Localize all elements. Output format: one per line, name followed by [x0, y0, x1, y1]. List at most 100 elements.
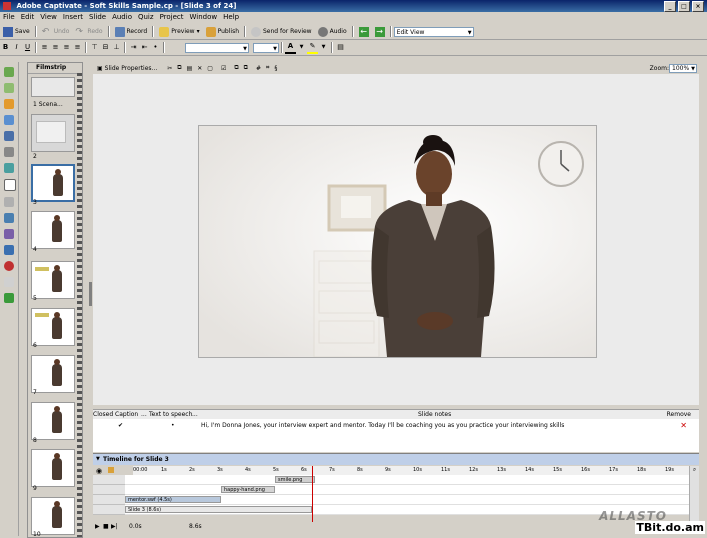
stop-icon[interactable]: ■ [103, 522, 109, 531]
snap-icon[interactable]: ⌗ [266, 64, 269, 72]
menu-edit[interactable]: Edit [18, 12, 38, 23]
undo-button[interactable]: ↶ Undo [39, 25, 73, 38]
checkmark-icon[interactable]: ✔ [118, 419, 123, 433]
indent-icon[interactable]: ⇥ [128, 42, 139, 53]
mouse-icon[interactable] [4, 147, 14, 157]
duplicate-icon[interactable]: ▢ [207, 65, 213, 72]
copy-icon[interactable]: ⧉ [177, 64, 181, 72]
animation-icon[interactable] [4, 229, 14, 239]
format-painter-icon[interactable]: ▤ [335, 42, 346, 53]
widget-icon[interactable] [4, 293, 14, 303]
publish-button[interactable]: Publish [203, 25, 242, 38]
group-icon[interactable]: ⧉ [234, 64, 238, 72]
slide-thumbnail[interactable] [31, 261, 75, 299]
slide-thumbnail[interactable] [31, 449, 75, 487]
layer-controls[interactable] [93, 475, 125, 485]
font-family-select[interactable]: ▼ [185, 42, 249, 53]
lock-icon[interactable] [108, 467, 114, 473]
cut-icon[interactable]: ✂ [167, 65, 172, 72]
timeline-object-bar[interactable]: happy-hand.png [221, 486, 275, 493]
align-right-icon[interactable]: ≡ [61, 42, 72, 53]
rollover-caption-icon[interactable] [4, 83, 14, 93]
align-middle-icon[interactable]: ⊟ [100, 42, 111, 53]
underline-button[interactable]: U [22, 42, 33, 53]
grid-icon[interactable]: # [256, 65, 261, 72]
slide-thumbnail-selected[interactable] [31, 164, 75, 202]
record-button[interactable]: Record [112, 25, 151, 38]
image-icon[interactable] [4, 99, 14, 109]
previous-slide-button[interactable]: ← [356, 25, 372, 38]
menu-audio[interactable]: Audio [109, 12, 135, 23]
check-icon[interactable]: ☑ [221, 65, 226, 72]
align-left-icon[interactable]: ≡ [39, 42, 50, 53]
text-entry-box-icon[interactable] [4, 213, 14, 223]
next-slide-button[interactable]: → [372, 25, 388, 38]
zoom-area-icon[interactable] [4, 131, 14, 141]
slide-canvas[interactable] [198, 125, 597, 358]
view-mode-select[interactable]: Edit View ▼ [393, 26, 474, 37]
step-icon[interactable]: ▶| [111, 522, 118, 531]
align-center-icon[interactable]: ≡ [50, 42, 61, 53]
slide-thumbnail[interactable] [31, 77, 75, 97]
menu-file[interactable]: File [0, 12, 18, 23]
outdent-icon[interactable]: ⇤ [139, 42, 150, 53]
play-icon[interactable]: ▶ [95, 522, 100, 531]
layer-controls[interactable] [93, 485, 125, 495]
remove-note-icon[interactable]: ✕ [680, 419, 687, 433]
preview-button[interactable]: Preview ▾ [156, 25, 202, 38]
send-for-review-button[interactable]: Send for Review [248, 25, 315, 38]
maximize-button[interactable]: □ [678, 1, 690, 12]
delete-icon[interactable]: ✕ [197, 65, 202, 72]
click-box-icon[interactable] [4, 179, 16, 191]
slide-thumbnail[interactable] [31, 211, 75, 249]
slide-thumbnail[interactable] [31, 497, 75, 535]
slide-thumbnail[interactable] [31, 308, 75, 346]
timeline-object-bar[interactable]: mentor.swf (4.5s) [125, 496, 221, 503]
button-icon[interactable] [4, 197, 14, 207]
flv-icon[interactable] [4, 261, 14, 271]
menu-quiz[interactable]: Quiz [135, 12, 157, 23]
menu-view[interactable]: View [37, 12, 60, 23]
rollover-image-icon[interactable] [4, 115, 14, 125]
redo-button[interactable]: ↷ Redo [72, 25, 105, 38]
menu-insert[interactable]: Insert [60, 12, 86, 23]
slide-properties-button[interactable]: Slide Properties... [105, 65, 158, 72]
align-bottom-icon[interactable]: ⊥ [111, 42, 122, 53]
chevron-down-icon[interactable]: ▼ [318, 42, 329, 53]
slide-thumbnail[interactable] [31, 114, 75, 152]
slide-note-text[interactable]: Hi, I'm Donna Jones, your interview expe… [201, 419, 564, 433]
menu-help[interactable]: Help [220, 12, 242, 23]
zoom-select[interactable]: 100% ▼ [669, 63, 697, 73]
slide-thumbnail[interactable] [31, 402, 75, 440]
link-icon[interactable]: § [274, 65, 277, 72]
bold-button[interactable]: B [0, 42, 11, 53]
menu-window[interactable]: Window [187, 12, 221, 23]
search-icon[interactable]: ⌕ [690, 466, 699, 474]
timeline-playhead[interactable] [312, 466, 313, 530]
timeline-object-bar[interactable]: smile.png [275, 476, 315, 483]
highlight-color-icon[interactable]: ✎ [307, 41, 318, 54]
paste-icon[interactable]: ▤ [187, 65, 193, 72]
align-top-icon[interactable]: ⊤ [89, 42, 100, 53]
slide-thumbnail[interactable] [31, 355, 75, 393]
font-size-select[interactable]: ▼ [253, 42, 279, 53]
highlight-box-icon[interactable] [4, 163, 14, 173]
collapse-icon[interactable]: ▼ [96, 454, 100, 465]
menu-project[interactable]: Project [157, 12, 187, 23]
line-icon[interactable] [4, 277, 14, 287]
menu-slide[interactable]: Slide [86, 12, 109, 23]
audio-button[interactable]: Audio [315, 25, 350, 38]
save-button[interactable]: Save [0, 25, 33, 38]
minimize-button[interactable]: _ [664, 1, 676, 12]
italic-button[interactable]: I [11, 42, 22, 53]
layer-controls[interactable] [93, 505, 125, 515]
text-caption-icon[interactable] [4, 67, 14, 77]
bullets-icon[interactable]: • [150, 42, 161, 53]
chevron-down-icon[interactable]: ▼ [296, 42, 307, 53]
close-button[interactable]: × [692, 1, 704, 12]
ungroup-icon[interactable]: ⧉ [244, 64, 248, 72]
speech-bullet-icon[interactable]: • [171, 419, 175, 433]
text-color-button[interactable]: A [285, 41, 296, 54]
eye-icon[interactable]: ◉ [96, 467, 102, 475]
align-justify-icon[interactable]: ≡ [72, 42, 83, 53]
